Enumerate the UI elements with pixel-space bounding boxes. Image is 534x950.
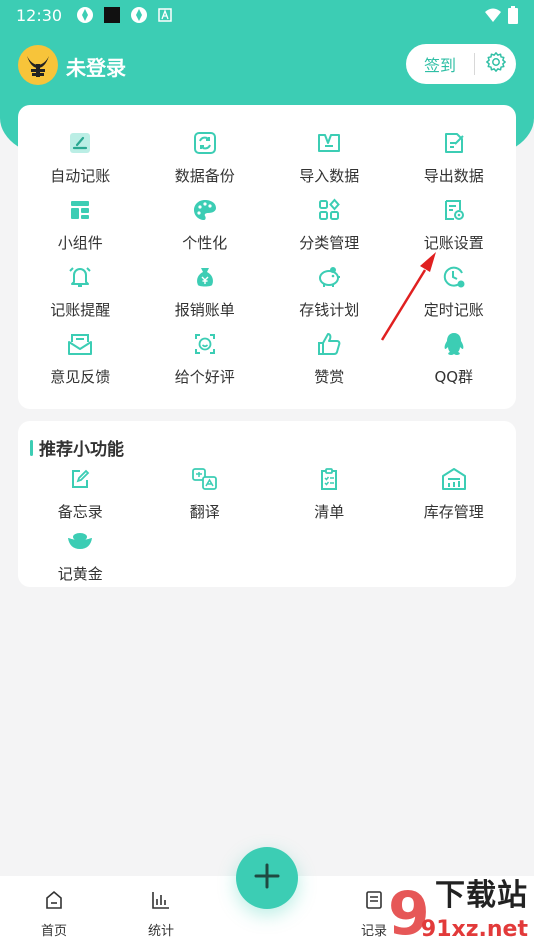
feature-label: 定时记账 (423, 301, 484, 319)
watermark: 9 下载站 91xz.net (388, 870, 534, 950)
app-notification-icon-2 (104, 7, 121, 23)
thumbs-up-icon (315, 330, 343, 358)
money-bag-icon (191, 263, 219, 291)
feature-label: 自动记账 (50, 167, 111, 185)
feature-timed-bookkeeping[interactable]: 定时记账 (392, 263, 517, 330)
tab-stats[interactable]: 统计 (126, 890, 196, 939)
gold-ingot-icon (66, 527, 94, 555)
feature-label: 存钱计划 (299, 301, 360, 319)
watermark-text: 下载站 (435, 878, 528, 913)
username[interactable]: 未登录 (66, 52, 126, 81)
piggy-bank-icon (315, 263, 343, 291)
avatar[interactable] (18, 45, 58, 85)
feature-rate-us[interactable]: 给个好评 (143, 330, 268, 397)
feature-label: 导出数据 (423, 167, 484, 185)
feature-export-data[interactable]: 导出数据 (392, 129, 517, 196)
add-record-button[interactable] (236, 847, 298, 909)
warehouse-icon (440, 465, 468, 493)
memo-icon (66, 465, 94, 493)
feature-category-management[interactable]: 分类管理 (267, 196, 392, 263)
features-grid: 自动记账 数据备份 导入数据 导出数据 小组件 个性化 分类管理 记账设置 记账… (18, 105, 516, 397)
tool-checklist[interactable]: 清单 (267, 465, 392, 527)
status-bar: 12:30 (0, 0, 534, 30)
feature-widget[interactable]: 小组件 (18, 196, 143, 263)
feature-qq-group[interactable]: QQ群 (392, 330, 517, 397)
recommended-card: 推荐小功能 备忘录 翻译 清单 库存管理 记黄金 (18, 421, 516, 587)
tool-gold[interactable]: 记黄金 (18, 527, 143, 589)
feature-label: 小组件 (57, 234, 103, 252)
section-title-text: 推荐小功能 (39, 440, 124, 460)
feature-data-backup[interactable]: 数据备份 (143, 129, 268, 196)
feature-saving-plan[interactable]: 存钱计划 (267, 263, 392, 330)
tool-inventory[interactable]: 库存管理 (392, 465, 517, 527)
import-data-icon (315, 129, 343, 157)
bookkeeping-settings-icon (440, 196, 468, 224)
app-notification-icon-3 (130, 6, 148, 24)
app-notification-icon-4 (158, 8, 172, 22)
translate-icon (191, 465, 219, 493)
feature-label: 数据备份 (174, 167, 235, 185)
records-icon (364, 890, 384, 914)
tab-home[interactable]: 首页 (19, 890, 89, 939)
checkin-pill: 签到 (406, 44, 516, 84)
settings-button[interactable] (475, 51, 516, 77)
feature-label: QQ群 (434, 368, 474, 386)
feature-label: 个性化 (182, 234, 228, 252)
feature-appreciate[interactable]: 赞赏 (267, 330, 392, 397)
checkin-button[interactable]: 签到 (406, 52, 474, 76)
feature-bookkeeping-settings[interactable]: 记账设置 (392, 196, 517, 263)
feature-bookkeeping-reminder[interactable]: 记账提醒 (18, 263, 143, 330)
feature-feedback[interactable]: 意见反馈 (18, 330, 143, 397)
category-icon (315, 196, 343, 224)
feature-label: 记账提醒 (50, 301, 111, 319)
feature-label: 分类管理 (299, 234, 360, 252)
feature-label: 给个好评 (174, 368, 235, 386)
recommended-grid: 备忘录 翻译 清单 库存管理 记黄金 (18, 465, 516, 589)
tool-label: 备忘录 (57, 503, 103, 521)
feature-label: 赞赏 (314, 368, 345, 386)
feature-label: 记账设置 (423, 234, 484, 252)
checklist-icon (315, 465, 343, 493)
feature-label: 导入数据 (299, 167, 360, 185)
section-accent-bar (30, 439, 33, 456)
smile-icon (191, 330, 219, 358)
data-backup-icon (191, 129, 219, 157)
tool-translate[interactable]: 翻译 (143, 465, 268, 527)
widget-icon (66, 196, 94, 224)
battery-icon (508, 6, 518, 28)
watermark-url: 91xz.net (420, 917, 528, 942)
clock-icon (440, 263, 468, 291)
export-data-icon (440, 129, 468, 157)
mail-icon (66, 330, 94, 358)
home-icon (44, 890, 64, 914)
feature-import-data[interactable]: 导入数据 (267, 129, 392, 196)
bell-icon (66, 263, 94, 291)
tool-label: 库存管理 (423, 503, 484, 521)
tool-label: 记黄金 (57, 565, 103, 583)
tab-stats-label: 统计 (147, 924, 174, 939)
app-notification-icon (76, 6, 94, 24)
qq-icon (440, 330, 468, 358)
tab-home-label: 首页 (40, 924, 67, 939)
tool-label: 清单 (314, 503, 345, 521)
tool-label: 翻译 (189, 503, 220, 521)
gear-icon (485, 51, 507, 77)
status-time: 12:30 (16, 5, 63, 25)
section-title: 推荐小功能 (30, 435, 124, 460)
feature-auto-bookkeeping[interactable]: 自动记账 (18, 129, 143, 196)
feature-reimbursement[interactable]: 报销账单 (143, 263, 268, 330)
feature-personalize[interactable]: 个性化 (143, 196, 268, 263)
tool-memo[interactable]: 备忘录 (18, 465, 143, 527)
feature-label: 报销账单 (174, 301, 235, 319)
feature-label: 意见反馈 (50, 368, 111, 386)
wifi-icon (484, 7, 502, 27)
tab-records-label: 记录 (360, 924, 387, 939)
stats-icon (151, 890, 171, 914)
auto-bookkeeping-icon (66, 129, 94, 157)
features-card: 自动记账 数据备份 导入数据 导出数据 小组件 个性化 分类管理 记账设置 记账… (18, 105, 516, 409)
plus-icon (253, 862, 281, 894)
palette-icon (191, 196, 219, 224)
